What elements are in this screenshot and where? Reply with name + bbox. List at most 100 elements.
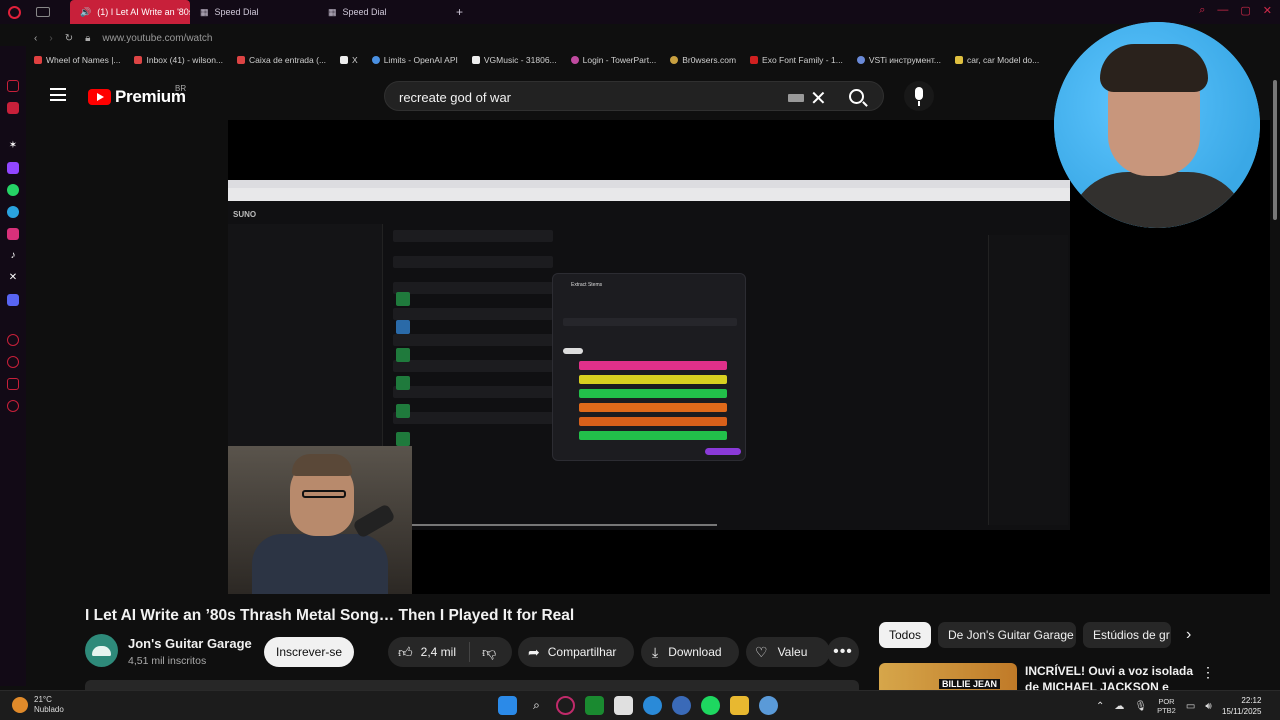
app-icon[interactable] bbox=[759, 696, 778, 715]
bookmark-item[interactable]: Exo Font Family - 1... bbox=[750, 55, 843, 65]
close-icon[interactable]: ✕ bbox=[1263, 4, 1272, 17]
chip-from-channel[interactable]: De Jon's Guitar Garage bbox=[938, 622, 1076, 648]
bookmark-item[interactable]: Inbox (41) - wilson... bbox=[134, 55, 223, 65]
tab-speed-dial-1[interactable]: ▦ Speed Dial bbox=[190, 0, 318, 24]
subscribe-button[interactable]: Inscrever-se bbox=[264, 637, 354, 667]
opera-gx-icon[interactable] bbox=[556, 696, 575, 715]
bookmark-item[interactable]: X bbox=[340, 55, 358, 65]
presenter-camera bbox=[228, 446, 412, 594]
description-box[interactable] bbox=[85, 680, 859, 690]
youtube-logo[interactable]: Premium bbox=[88, 87, 186, 107]
reload-icon[interactable]: ↻ bbox=[65, 33, 73, 44]
aria-icon[interactable] bbox=[7, 80, 19, 92]
telegram-icon[interactable] bbox=[7, 206, 19, 218]
url-field[interactable]: www.youtube.com/watch bbox=[102, 33, 212, 44]
kebab-menu-icon[interactable]: ⋮ bbox=[1201, 664, 1215, 681]
suggestion-title[interactable]: INCRÍVEL! Ouvi a voz isolada de MICHAEL … bbox=[1025, 663, 1195, 691]
whatsapp-icon[interactable] bbox=[7, 184, 19, 196]
like-button[interactable]: 👍︎ 2,4 mil bbox=[388, 642, 470, 662]
modal-title: Extract Stems bbox=[571, 282, 603, 288]
browser-tab-strip: 🔊 (1) I Let AI Write an '80s ▦ Speed Dia… bbox=[0, 0, 1280, 24]
tab-youtube[interactable]: 🔊 (1) I Let AI Write an '80s bbox=[70, 0, 190, 24]
channel-name[interactable]: Jon's Guitar Garage bbox=[128, 636, 252, 651]
chip-all[interactable]: Todos bbox=[879, 622, 931, 648]
chevron-up-icon[interactable]: ⌃ bbox=[1096, 701, 1104, 712]
spotify-icon[interactable] bbox=[701, 696, 720, 715]
maximize-icon[interactable]: ▢ bbox=[1240, 4, 1250, 17]
thanks-button[interactable]: ♡ Valeu bbox=[746, 637, 830, 667]
search-tabs-icon[interactable]: ⌕ bbox=[1199, 4, 1205, 17]
bookmark-item[interactable]: Caixa de entrada (... bbox=[237, 55, 326, 65]
tiktok-icon[interactable]: ♪ bbox=[7, 250, 19, 262]
instagram-icon[interactable] bbox=[7, 228, 19, 240]
stem-bar bbox=[579, 375, 727, 384]
download-label: Download bbox=[668, 645, 722, 659]
suggestion-thumbnail[interactable]: BILLIE JEAN bbox=[879, 663, 1017, 691]
downloads-icon[interactable] bbox=[7, 334, 19, 346]
weather-temp: 21°C bbox=[34, 695, 52, 704]
tab-label: Speed Dial bbox=[342, 7, 387, 17]
twitch-icon[interactable] bbox=[7, 162, 19, 174]
share-icon: ➦ bbox=[528, 643, 540, 660]
clock[interactable]: 22:12 15/11/2025 bbox=[1222, 695, 1261, 717]
chevron-right-icon[interactable]: › bbox=[1186, 626, 1191, 644]
grid-icon: ▦ bbox=[200, 6, 209, 17]
dislike-button[interactable]: 👎︎ bbox=[470, 644, 496, 661]
app-icon[interactable] bbox=[672, 696, 691, 715]
player-icon[interactable] bbox=[7, 102, 19, 114]
bookmark-item[interactable]: car, car Model do... bbox=[954, 55, 1039, 65]
tab-speed-dial-2[interactable]: ▦ Speed Dial bbox=[318, 0, 446, 24]
weather-widget[interactable]: 21°C Nublado bbox=[12, 695, 64, 715]
discord-icon[interactable] bbox=[7, 294, 19, 306]
youtube-play-icon bbox=[88, 89, 111, 105]
back-icon[interactable]: ‹ bbox=[34, 33, 37, 44]
page-scrollbar[interactable] bbox=[1270, 70, 1280, 690]
clear-search-icon[interactable]: ✕ bbox=[810, 86, 827, 111]
search-box[interactable]: recreate god of war ✕ bbox=[384, 81, 884, 111]
new-tab-button[interactable]: + bbox=[446, 0, 473, 24]
like-count: 2,4 mil bbox=[420, 645, 456, 659]
opera-logo-icon[interactable] bbox=[0, 0, 28, 24]
cloud-icon[interactable]: ☁ bbox=[1114, 701, 1124, 712]
bookmark-item[interactable]: Wheel of Names |... bbox=[34, 55, 120, 65]
language-indicator[interactable]: POR PTB2 bbox=[1157, 697, 1176, 715]
settings-icon[interactable] bbox=[7, 400, 19, 412]
voice-search-icon[interactable] bbox=[904, 81, 934, 111]
chip-studios[interactable]: Estúdios de gr bbox=[1083, 622, 1171, 648]
keyboard-icon[interactable] bbox=[788, 94, 804, 102]
volume-icon[interactable]: 🔊︎ bbox=[1205, 701, 1211, 712]
more-actions-button[interactable]: ••• bbox=[827, 637, 859, 667]
download-button[interactable]: ⤓ Download bbox=[641, 637, 739, 667]
monitor-icon[interactable]: ▭ bbox=[1186, 701, 1195, 712]
cloud-sun-icon bbox=[12, 697, 28, 713]
speaker-icon[interactable]: 🔊 bbox=[80, 7, 91, 18]
minimize-icon[interactable]: — bbox=[1217, 4, 1228, 17]
search-input[interactable]: recreate god of war bbox=[399, 90, 511, 105]
thumbs-up-icon: 👍︎ bbox=[398, 643, 413, 660]
x-icon[interactable]: ✕ bbox=[7, 272, 19, 284]
mic-icon[interactable]: 🎙︎ bbox=[1134, 701, 1147, 712]
channel-avatar[interactable] bbox=[85, 634, 118, 667]
bookmark-item[interactable]: Login - TowerPart... bbox=[570, 55, 656, 65]
extensions-icon[interactable] bbox=[7, 378, 19, 390]
forward-icon[interactable]: › bbox=[49, 33, 52, 44]
search-icon[interactable]: ⌕ bbox=[527, 696, 546, 715]
history-icon[interactable] bbox=[7, 356, 19, 368]
menu-icon[interactable] bbox=[50, 88, 66, 101]
bookmark-item[interactable]: VGMusic - 31806... bbox=[471, 55, 557, 65]
search-icon[interactable] bbox=[849, 89, 864, 104]
chatgpt-icon[interactable]: ✶ bbox=[7, 140, 19, 152]
thumbnail-text: BILLIE JEAN bbox=[939, 679, 1001, 689]
bookmark-item[interactable]: Limits - OpenAI API bbox=[371, 55, 458, 65]
snipping-icon[interactable] bbox=[614, 696, 633, 715]
file-explorer-icon[interactable] bbox=[730, 696, 749, 715]
windows-start-icon[interactable] bbox=[498, 696, 517, 715]
xbox-icon[interactable] bbox=[585, 696, 604, 715]
edge-icon[interactable] bbox=[643, 696, 662, 715]
share-button[interactable]: ➦ Compartilhar bbox=[518, 637, 634, 667]
time: 22:12 bbox=[1241, 696, 1262, 705]
bookmark-item[interactable]: Br0wsers.com bbox=[670, 55, 736, 65]
bookmark-item[interactable]: VSTi инструмент... bbox=[856, 55, 941, 65]
tab-islands-icon[interactable] bbox=[36, 7, 50, 17]
stem-bar bbox=[579, 389, 727, 398]
